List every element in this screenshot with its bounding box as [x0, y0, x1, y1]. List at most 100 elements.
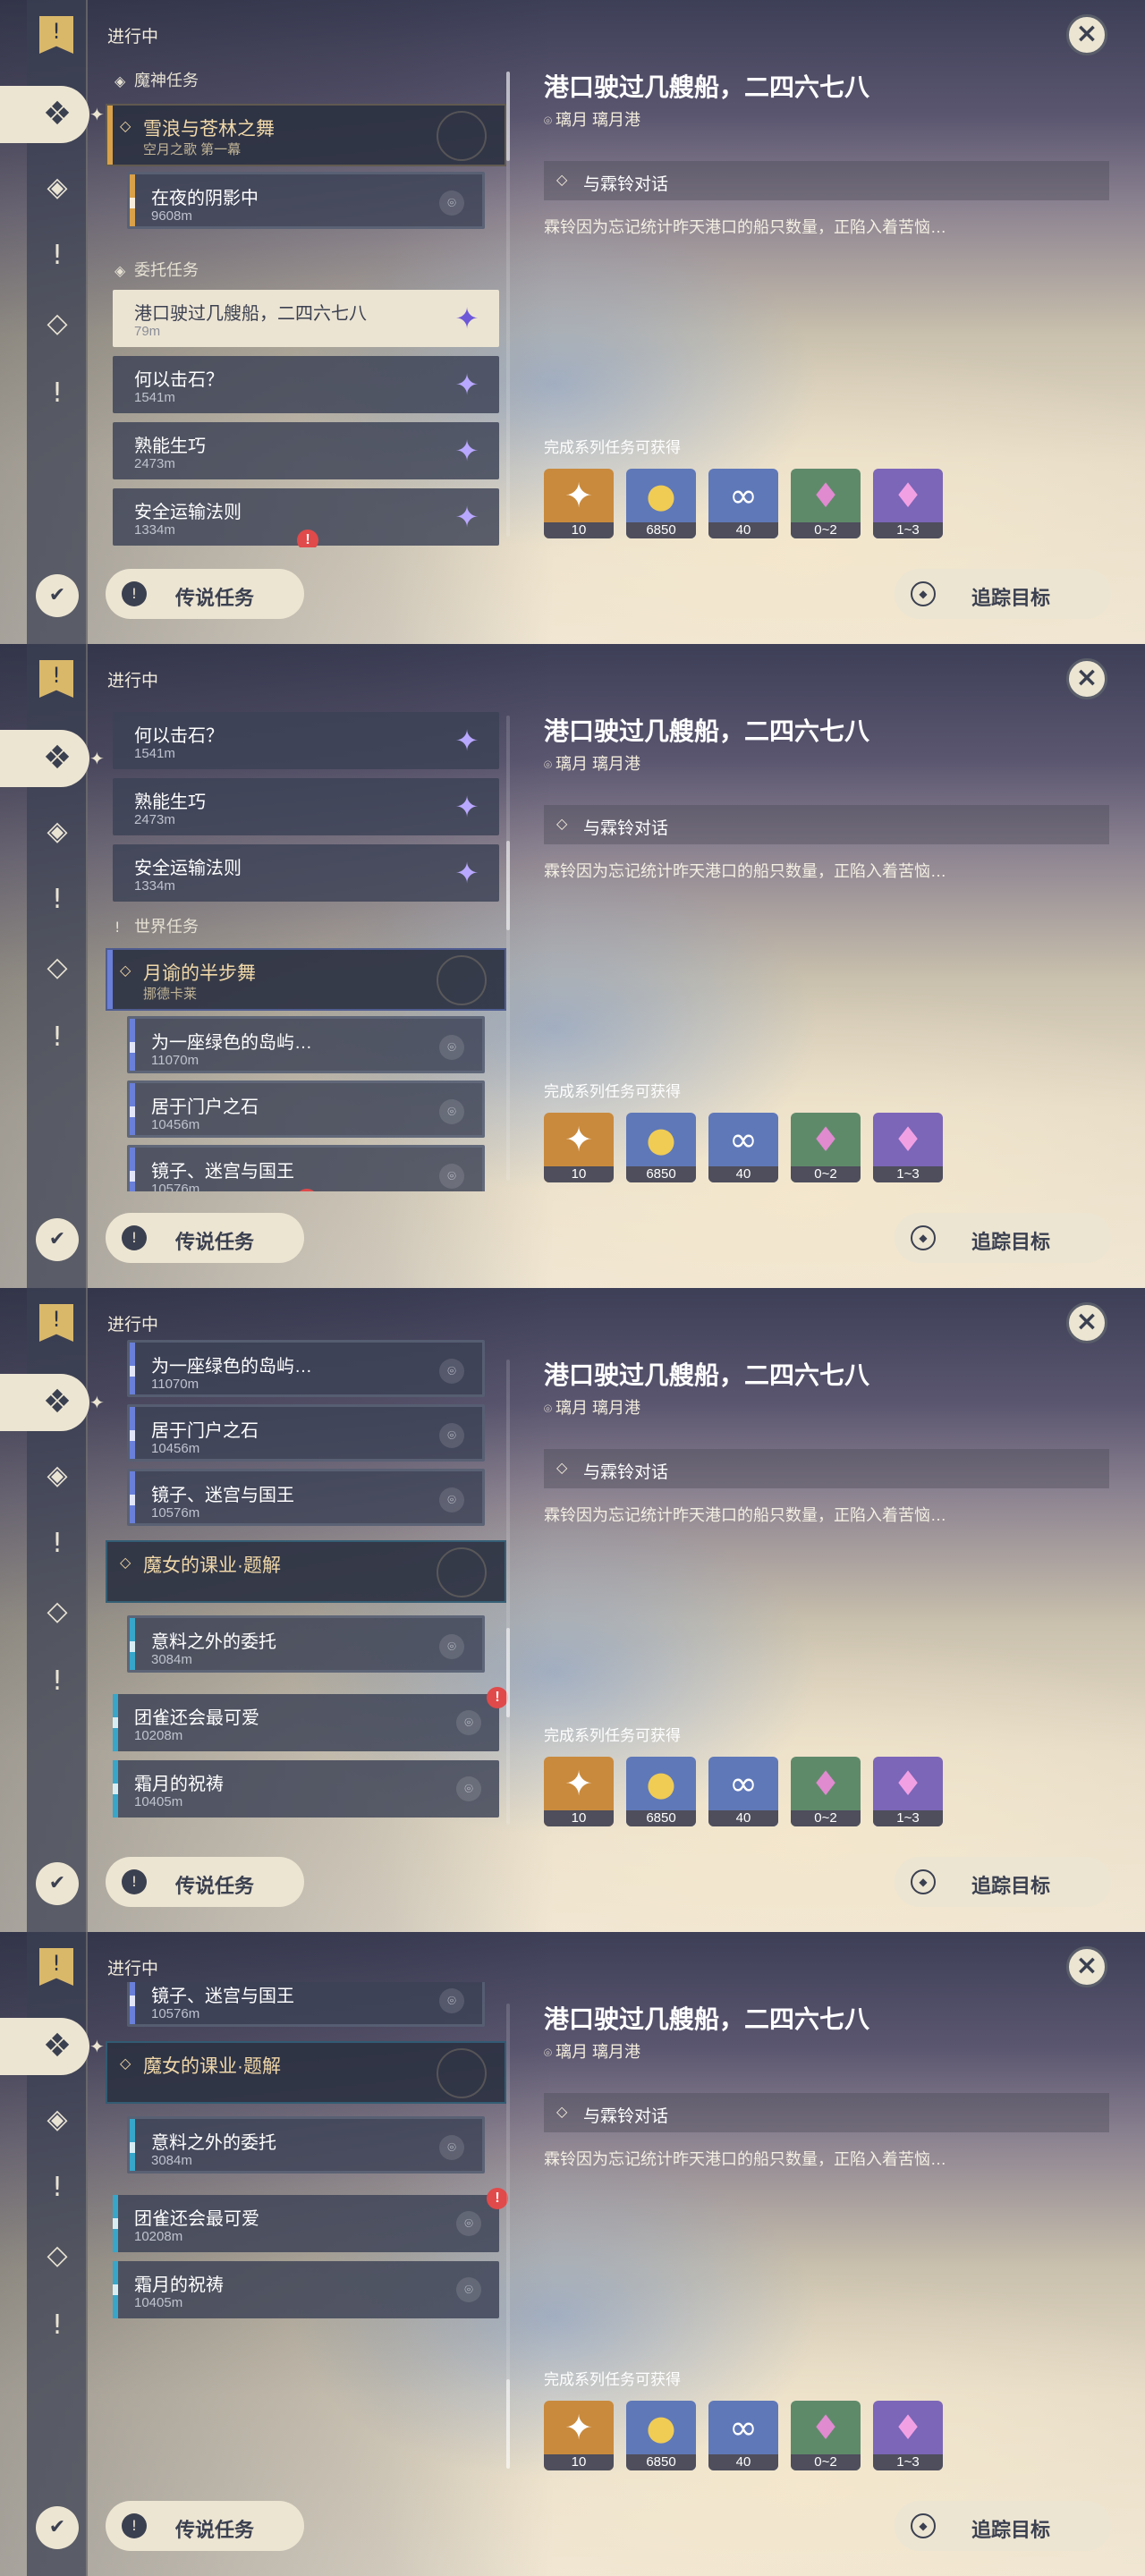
reward-crystal-ore[interactable]: ♦ 1~3 [873, 469, 943, 538]
exclaim-icon[interactable]: ! [39, 1526, 75, 1562]
reward-mora[interactable]: ● 6850 [626, 1757, 696, 1826]
reward-primogem[interactable]: ✦ 10 [544, 469, 614, 538]
track-objective-button[interactable]: ◆ 追踪目标 [895, 2501, 1111, 2551]
track-objective-button[interactable]: ◆ 追踪目标 [895, 1857, 1111, 1907]
reward-primogem[interactable]: ✦ 10 [544, 2401, 614, 2470]
scrollbar-thumb[interactable] [506, 72, 510, 161]
reward-primogem[interactable]: ✦ 10 [544, 1113, 614, 1182]
quest-item[interactable]: 熟能生巧 2473m ✦ [113, 422, 499, 479]
reward-mora[interactable]: ● 6850 [626, 2401, 696, 2470]
world-quest-icon[interactable]: ! [39, 2308, 75, 2343]
quest-item[interactable]: 居于门户之石 10456m ⌾ [127, 1404, 485, 1462]
world-quest-icon[interactable]: ! [39, 376, 75, 411]
reward-primogem[interactable]: ✦ 10 [544, 1757, 614, 1826]
quest-item[interactable]: 在夜的阴影中 9608m ⌾ [127, 172, 485, 229]
navigate-pin-icon[interactable]: ⌾ [439, 1035, 464, 1060]
reward-crystal-chunk[interactable]: ♦ 0~2 [791, 1113, 861, 1182]
commission-icon[interactable]: ◇ [39, 2238, 75, 2274]
reward-companionship-exp[interactable]: ∞ 40 [708, 469, 778, 538]
reward-crystal-ore[interactable]: ♦ 1~3 [873, 1113, 943, 1182]
navigate-pin-icon[interactable]: ⌾ [439, 1487, 464, 1513]
scrollbar[interactable] [506, 1360, 510, 1825]
quest-item[interactable]: 何以击石？ 1541m ✦ [113, 356, 499, 413]
reward-crystal-chunk[interactable]: ♦ 0~2 [791, 2401, 861, 2470]
quest-list[interactable]: ◈ 魔神任务 ◇ 雪浪与苍林之舞 空月之歌 第一幕 在夜的阴影中 9608m ⌾ … [106, 50, 508, 547]
quest-list[interactable]: 镜子、迷宫与国王 10576m ⌾ ◇ 魔女的课业·题解 意料之外的委托 308… [106, 1982, 508, 2479]
quest-item[interactable]: 霜月的祝祷 10405m ⌾ [113, 2261, 499, 2318]
scrollbar[interactable] [506, 716, 510, 1181]
quest-list[interactable]: 为一座绿色的岛屿… 11070m ⌾ 居于门户之石 10456m ⌾ 镜子、迷宫… [106, 1338, 508, 1835]
quest-item[interactable]: 何以击石？ 1541m ✦ [113, 712, 499, 769]
world-quest-icon[interactable]: ! [39, 1020, 75, 1055]
reward-mora[interactable]: ● 6850 [626, 469, 696, 538]
reward-companionship-exp[interactable]: ∞ 40 [708, 1113, 778, 1182]
commission-icon[interactable]: ◇ [39, 950, 75, 986]
nav-tab-all[interactable]: ❖ [0, 86, 89, 143]
navigate-pin-icon[interactable]: ⌾ [439, 1164, 464, 1189]
quest-item[interactable]: 霜月的祝祷 10405m ⌾ [113, 1760, 499, 1818]
quest-item-selected[interactable]: 港口驶过几艘船，二四六七八 79m ✦ [113, 290, 499, 347]
scrollbar-thumb[interactable] [506, 2379, 510, 2469]
quest-list[interactable]: 何以击石？ 1541m ✦ 熟能生巧 2473m ✦ 安全运输法则 1334m … [106, 694, 508, 1191]
nav-tab-all[interactable]: ❖ [0, 2018, 89, 2075]
legend-quest-button[interactable]: ! 传说任务 [106, 1213, 304, 1263]
navigate-pin-icon[interactable]: ⌾ [456, 1776, 481, 1801]
reward-crystal-ore[interactable]: ♦ 1~3 [873, 1757, 943, 1826]
quest-log-icon[interactable]: ✔ [36, 1218, 79, 1261]
navigate-pin-icon[interactable]: ⌾ [439, 2135, 464, 2160]
exclaim-diamond-icon[interactable]: ◈ [39, 1458, 75, 1494]
quest-item[interactable]: 熟能生巧 2473m ✦ [113, 778, 499, 835]
exclaim-icon[interactable]: ! [39, 882, 75, 918]
quest-item[interactable]: 为一座绿色的岛屿… 11070m ⌾ [127, 1016, 485, 1073]
scrollbar[interactable] [506, 72, 510, 537]
reward-crystal-chunk[interactable]: ♦ 0~2 [791, 469, 861, 538]
commission-icon[interactable]: ◇ [39, 306, 75, 342]
close-button[interactable]: × [1066, 658, 1107, 699]
quest-item[interactable]: 镜子、迷宫与国王 10576m ⌾ [127, 1982, 485, 2027]
navigate-pin-icon[interactable]: ⌾ [456, 1710, 481, 1735]
quest-item[interactable]: 意料之外的委托 3084m ⌾ [127, 2116, 485, 2174]
quest-item[interactable]: 团雀还会最可爱 10208m ⌾ ! [113, 1687, 508, 1751]
legend-quest-button[interactable]: ! 传说任务 [106, 2501, 304, 2551]
quest-group-witch[interactable]: ◇ 魔女的课业·题解 [106, 1540, 506, 1603]
close-button[interactable]: × [1066, 1302, 1107, 1343]
nav-tab-all[interactable]: ❖ [0, 730, 89, 787]
navigate-pin-icon[interactable]: ⌾ [439, 1359, 464, 1384]
legend-quest-button[interactable]: ! 传说任务 [106, 569, 304, 619]
quest-item[interactable]: 居于门户之石 10456m ⌾ [127, 1080, 485, 1138]
quest-log-icon[interactable]: ✔ [36, 574, 79, 617]
navigate-pin-icon[interactable]: ⌾ [439, 191, 464, 216]
track-objective-button[interactable]: ◆ 追踪目标 [895, 569, 1111, 619]
quest-item[interactable]: 安全运输法则 1334m ✦ ! [113, 488, 499, 547]
reward-mora[interactable]: ● 6850 [626, 1113, 696, 1182]
quest-log-icon[interactable]: ✔ [36, 2506, 79, 2549]
scrollbar-thumb[interactable] [506, 1628, 510, 1717]
scrollbar[interactable] [506, 2004, 510, 2469]
world-quest-icon[interactable]: ! [39, 1664, 75, 1699]
exclaim-diamond-icon[interactable]: ◈ [39, 814, 75, 850]
quest-group-witch[interactable]: ◇ 魔女的课业·题解 [106, 2041, 506, 2104]
track-objective-button[interactable]: ◆ 追踪目标 [895, 1213, 1111, 1263]
navigate-pin-icon[interactable]: ⌾ [456, 2211, 481, 2236]
quest-item[interactable]: 意料之外的委托 3084m ⌾ [127, 1615, 485, 1673]
scrollbar-thumb[interactable] [506, 841, 510, 930]
quest-group-world[interactable]: ◇ 月谕的半步舞 挪德卡莱 [106, 948, 506, 1011]
reward-crystal-chunk[interactable]: ♦ 0~2 [791, 1757, 861, 1826]
quest-item[interactable]: 安全运输法则 1334m ✦ [113, 844, 499, 902]
quest-log-icon[interactable]: ✔ [36, 1862, 79, 1905]
exclaim-diamond-icon[interactable]: ◈ [39, 170, 75, 206]
close-button[interactable]: × [1066, 1946, 1107, 1987]
exclaim-diamond-icon[interactable]: ◈ [39, 2102, 75, 2138]
exclaim-icon[interactable]: ! [39, 238, 75, 274]
navigate-pin-icon[interactable]: ⌾ [439, 1634, 464, 1659]
reward-companionship-exp[interactable]: ∞ 40 [708, 1757, 778, 1826]
quest-item[interactable]: 镜子、迷宫与国王 10576m ⌾ [127, 1469, 485, 1526]
navigate-pin-icon[interactable]: ⌾ [439, 1423, 464, 1448]
quest-item[interactable]: 镜子、迷宫与国王 10576m ⌾ ! [127, 1145, 485, 1191]
exclaim-icon[interactable]: ! [39, 2170, 75, 2206]
commission-icon[interactable]: ◇ [39, 1594, 75, 1630]
navigate-pin-icon[interactable]: ⌾ [456, 2277, 481, 2302]
navigate-pin-icon[interactable]: ⌾ [439, 1099, 464, 1124]
nav-tab-all[interactable]: ❖ [0, 1374, 89, 1431]
navigate-pin-icon[interactable]: ⌾ [439, 1988, 464, 2013]
